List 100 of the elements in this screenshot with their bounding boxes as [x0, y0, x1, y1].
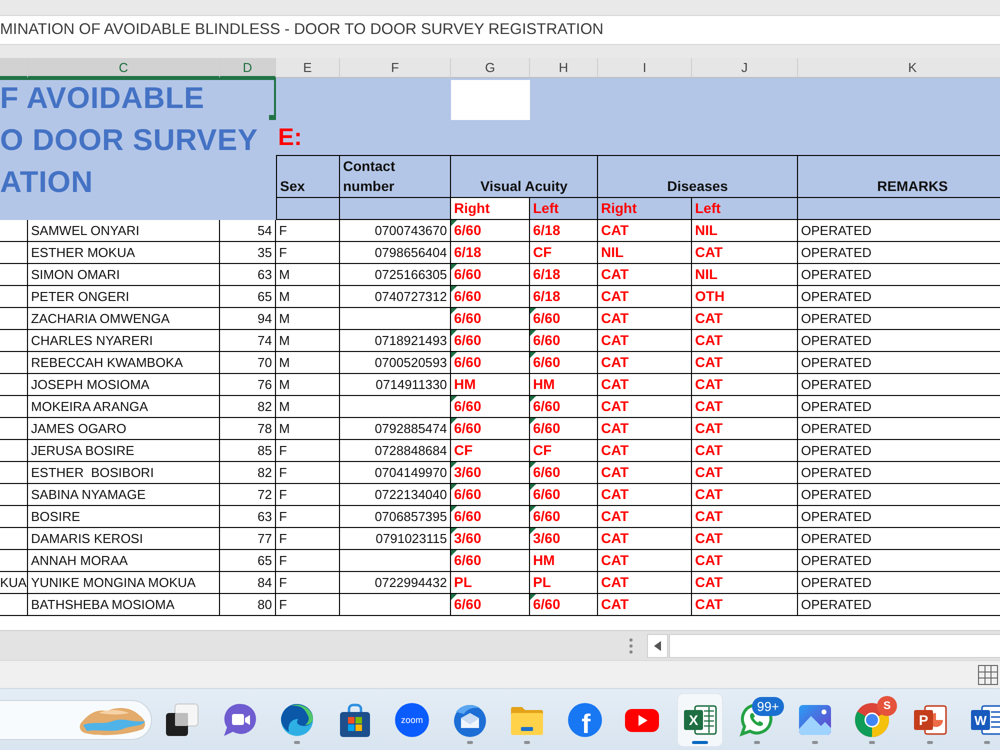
- column-header[interactable]: G: [451, 58, 530, 78]
- remark-text: OPERATED: [801, 531, 872, 546]
- column-header[interactable]: H: [530, 58, 598, 78]
- patient-name: SIMON OMARI: [31, 267, 120, 282]
- patient-name: YUNIKE MONGINA MOKUA: [31, 575, 196, 590]
- column-header[interactable]: C: [28, 58, 220, 78]
- sex-value: F: [279, 443, 287, 458]
- acuity-value: 6/60: [533, 464, 560, 480]
- contact-number: 0714911330: [376, 377, 447, 392]
- disease-value: NIL: [695, 266, 718, 282]
- sex-value: M: [279, 333, 290, 348]
- disease-value: CAT: [601, 420, 629, 436]
- disease-value: CAT: [601, 354, 629, 370]
- eye-subheading: Right: [598, 198, 692, 220]
- formula-bar-input[interactable]: MINATION OF AVOIDABLE BLINDLESS - DOOR TO DOOR SURVEY REGISTRATION: [0, 15, 1000, 45]
- acuity-value: 6/60: [533, 420, 560, 436]
- acuity-value: HM: [533, 376, 555, 392]
- disease-value: CAT: [601, 332, 629, 348]
- eye-subheading: Left: [530, 198, 598, 220]
- acuity-value: 6/60: [454, 596, 482, 612]
- age-value: 80: [258, 597, 272, 612]
- column-header[interactable]: D: [220, 58, 276, 78]
- patient-name: ANNAH MORAA: [31, 553, 128, 568]
- acuity-value: 6/60: [454, 266, 482, 282]
- remark-text: OPERATED: [801, 509, 872, 524]
- disease-value: CAT: [601, 442, 629, 458]
- contact-number: 0700520593: [374, 355, 447, 370]
- age-value: 85: [258, 443, 272, 458]
- disease-value: CAT: [601, 266, 629, 282]
- patient-name: SABINA NYAMAGE: [31, 487, 146, 502]
- remark-text: OPERATED: [801, 245, 872, 260]
- acuity-value: 3/60: [454, 464, 482, 480]
- disease-value: CAT: [601, 552, 629, 568]
- taskbar-button[interactable]: P: [906, 692, 952, 746]
- caret-left-icon: [654, 640, 661, 650]
- sex-value: F: [279, 575, 287, 590]
- notification-badge: S: [877, 696, 897, 716]
- age-value: 65: [258, 289, 272, 304]
- age-value: 78: [258, 421, 272, 436]
- sex-value: M: [279, 289, 290, 304]
- title-line: ATION: [0, 165, 94, 201]
- disease-value: CAT: [601, 596, 629, 612]
- disease-value: CAT: [601, 530, 629, 546]
- letter-f-circle-icon: f: [566, 702, 602, 738]
- contact-number: 0722994432: [374, 575, 447, 590]
- taskbar-button[interactable]: W: [964, 692, 1000, 746]
- grid-view-icon[interactable]: [978, 664, 998, 684]
- disease-value: CAT: [601, 508, 629, 524]
- acuity-value: 6/60: [533, 596, 560, 612]
- disease-value: CAT: [695, 420, 723, 436]
- remark-text: OPERATED: [801, 443, 872, 458]
- acuity-value: 6/60: [454, 420, 482, 436]
- column-header[interactable]: [0, 58, 28, 78]
- disease-value: CAT: [601, 398, 629, 414]
- age-value: 65: [258, 553, 272, 568]
- column-header[interactable]: F: [340, 58, 451, 78]
- acuity-value: 6/60: [533, 398, 560, 414]
- column-header[interactable]: I: [598, 58, 692, 78]
- acuity-value: 6/60: [454, 398, 482, 414]
- age-value: 63: [258, 267, 272, 282]
- splitter-handle-icon[interactable]: [629, 638, 633, 654]
- age-value: 82: [258, 399, 272, 414]
- remark-text: OPERATED: [801, 311, 872, 326]
- acuity-value: 6/60: [454, 508, 482, 524]
- patient-name: ESTHER BOSIBORI: [31, 465, 154, 480]
- patient-name: BATHSHEBA MOSIOMA: [31, 597, 175, 612]
- disease-value: CAT: [601, 310, 629, 326]
- disease-value: CAT: [601, 464, 629, 480]
- taskbar-button[interactable]: X: [676, 692, 722, 746]
- acuity-value: 6/60: [533, 310, 560, 326]
- column-header[interactable]: K: [798, 58, 1000, 78]
- sex-value: F: [279, 531, 287, 546]
- age-value: 35: [258, 245, 272, 260]
- disease-value: CAT: [601, 222, 629, 238]
- scroll-left-button[interactable]: [647, 634, 668, 658]
- disease-value: CAT: [601, 376, 629, 392]
- sex-value: M: [279, 267, 290, 282]
- acuity-value: 6/18: [533, 288, 560, 304]
- patient-name: JAMES OGARO: [31, 421, 126, 436]
- acuity-value: HM: [454, 376, 476, 392]
- column-header[interactable]: J: [692, 58, 798, 78]
- age-value: 63: [258, 509, 272, 524]
- disease-value: CAT: [695, 486, 723, 502]
- sex-value: M: [279, 355, 290, 370]
- horizontal-scrollbar[interactable]: [669, 634, 1000, 658]
- acuity-value: 6/60: [533, 508, 560, 524]
- contact-number: 0728848684: [374, 443, 447, 458]
- age-value: 82: [258, 465, 272, 480]
- patient-name: PETER ONGERI: [31, 289, 130, 304]
- title-line: F AVOIDABLE: [0, 81, 204, 117]
- search-field[interactable]: [0, 700, 152, 740]
- column-header[interactable]: E: [276, 58, 340, 78]
- taskbar-button[interactable]: f: [562, 692, 608, 746]
- column-heading: Contact number: [340, 155, 451, 198]
- taskbar-button[interactable]: zoom: [389, 692, 435, 746]
- remark-text: OPERATED: [801, 553, 872, 568]
- patient-name: ESTHER MOKUA: [31, 245, 136, 260]
- acuity-value: PL: [533, 574, 551, 590]
- patient-name: SAMWEL ONYARI: [31, 223, 140, 238]
- column-heading: Sex: [276, 155, 340, 198]
